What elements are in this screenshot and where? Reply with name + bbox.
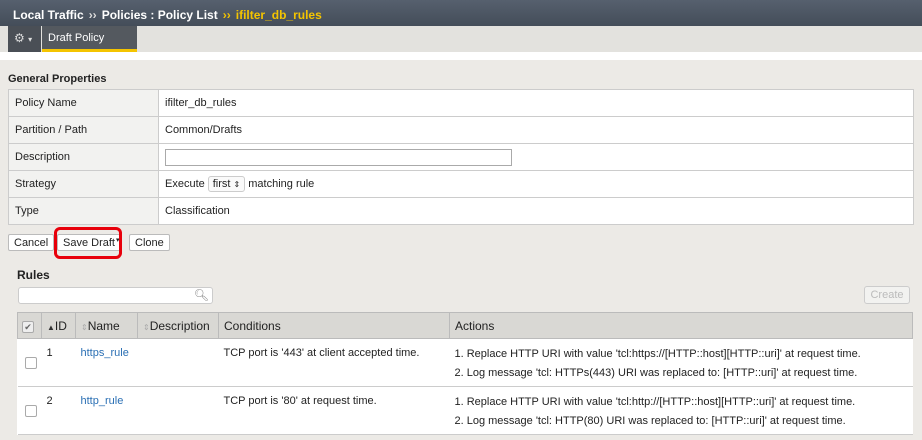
strategy-select[interactable]: first ⇕ [207,176,246,192]
rule-conditions: TCP port is '443' at client accepted tim… [218,338,450,387]
sort-up-icon: ▲ [47,322,55,332]
table-row: 2 http_rule TCP port is '80' at request … [17,386,913,435]
rule-id: 2 [41,386,76,435]
section-title: General Properties [8,73,107,85]
strategy-suffix: matching rule [248,178,315,190]
chevron-down-icon: ▾ [28,35,33,44]
gear-icon: ⚙ [14,31,25,45]
sort-icon: ⇕ [143,322,150,332]
rules-title: Rules [17,268,50,282]
description-label: Description [8,143,159,171]
rule-action: 1. Replace HTTP URI with value 'tcl:http… [454,348,861,360]
tab-draft-policy[interactable]: Draft Policy [42,26,137,52]
rule-action: 2. Log message 'tcl: HTTP(80) URI was re… [454,415,846,427]
type-value: Classification [158,197,914,225]
rules-search-input[interactable]: 🔍︎ [18,287,213,304]
strategy-select-value: first [212,178,231,190]
breadcrumb-separator: ›› [222,8,231,22]
header-conditions: Conditions [218,312,450,339]
breadcrumb-separator: ›› [88,8,97,22]
breadcrumb: Local Traffic ›› Policies : Policy List ›› i… [0,0,922,26]
rule-name-link[interactable]: https_rule [81,347,129,359]
sort-icon: ⇕ [81,322,88,332]
create-button[interactable]: Create [864,286,910,304]
header-description[interactable]: ⇕Description [137,312,219,339]
search-icon: 🔍︎ [193,288,209,302]
header-id[interactable]: ▲ID [41,312,76,339]
rule-description [137,338,219,387]
main-content: General Properties Policy Name ifilter_db… [0,60,922,440]
strategy-prefix: Execute [165,178,205,190]
highlight-box [54,227,122,259]
header-name[interactable]: ⇕Name [75,312,138,339]
tab-bar: ⚙ ▾ Draft Policy [0,26,922,52]
description-input[interactable] [165,148,512,166]
clone-button[interactable]: Clone [129,234,170,251]
partition-label: Partition / Path [8,116,159,144]
policy-name-value: ifilter_db_rules [158,89,914,117]
breadcrumb-current: ifilter_db_rules [235,8,322,22]
breadcrumb-local-traffic[interactable]: Local Traffic [13,8,84,22]
rule-description [137,386,219,435]
rule-name-link[interactable]: http_rule [81,395,124,407]
general-properties-table: Policy Name ifilter_db_rules Partition / … [8,89,914,225]
cancel-button[interactable]: Cancel [8,234,55,251]
type-label: Type [8,197,159,225]
row-checkbox[interactable] [24,357,37,369]
strategy-label: Strategy [8,170,159,198]
header-actions: Actions [449,312,913,339]
rule-action: 2. Log message 'tcl: HTTPs(443) URI was … [454,367,858,379]
breadcrumb-policy-list[interactable]: Policies : Policy List [102,8,218,22]
gear-menu-button[interactable]: ⚙ ▾ [8,26,41,52]
rules-table: ✔ ▲ID ⇕Name ⇕Description Conditions Acti… [17,312,913,435]
select-all-checkbox[interactable]: ✔ [22,320,34,333]
policy-name-label: Policy Name [8,89,159,117]
rule-action: 1. Replace HTTP URI with value 'tcl:http… [454,396,856,408]
select-arrows-icon: ⇕ [233,180,241,189]
table-row: 1 https_rule TCP port is '443' at client… [17,338,913,387]
partition-value: Common/Drafts [158,116,914,144]
rule-conditions: TCP port is '80' at request time. [218,386,450,435]
rule-id: 1 [41,338,76,387]
row-checkbox[interactable] [24,405,37,417]
